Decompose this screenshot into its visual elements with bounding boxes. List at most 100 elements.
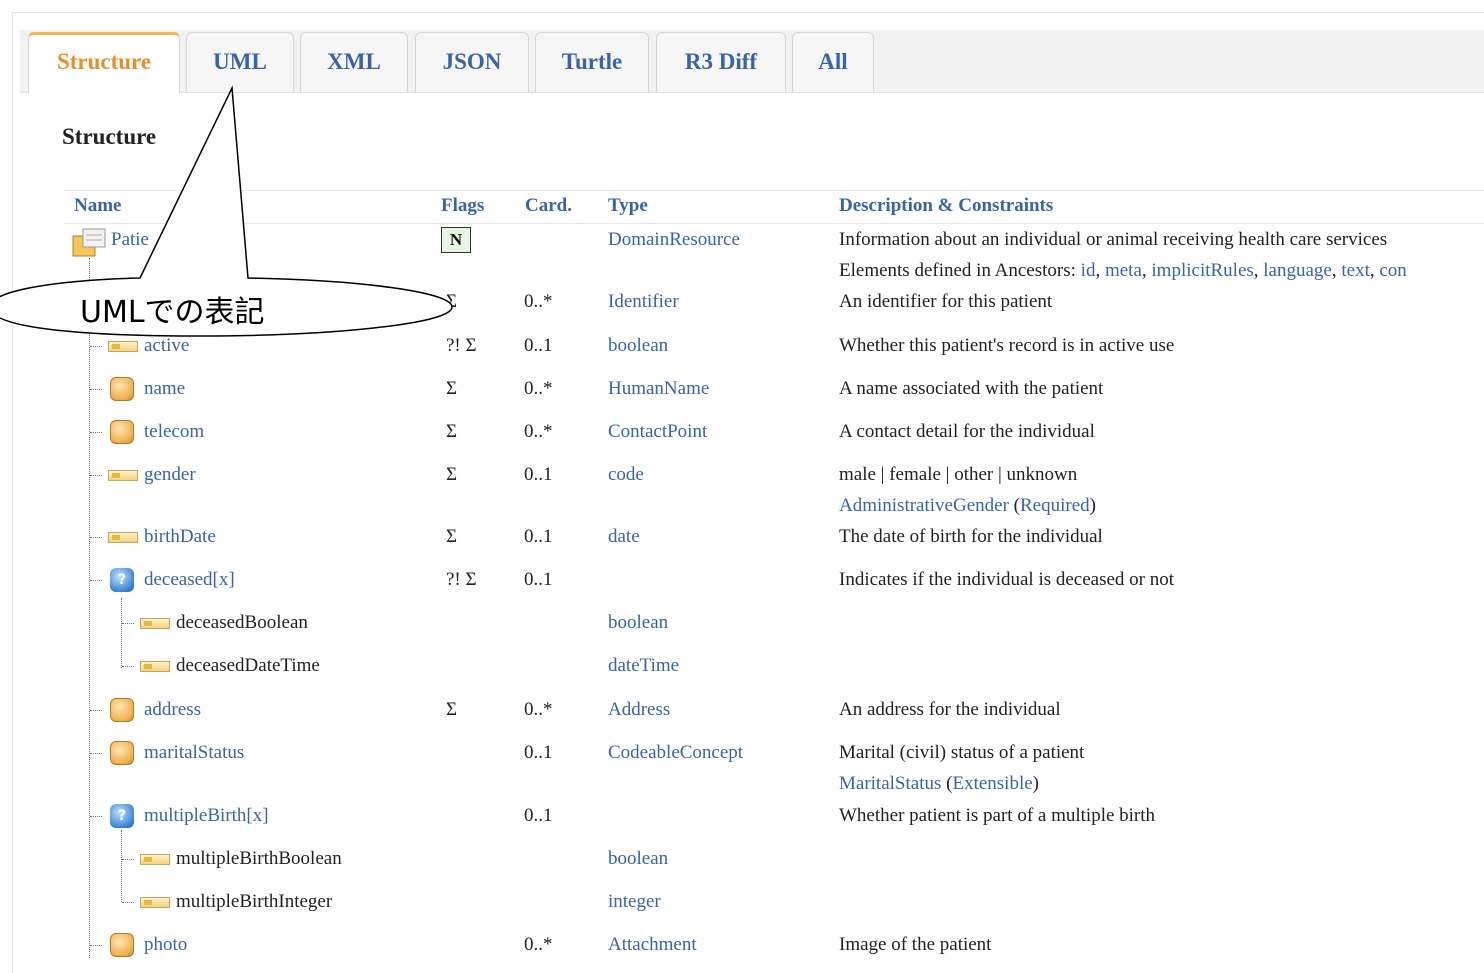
element-icon <box>140 897 170 908</box>
element-name-photo[interactable]: photo <box>144 931 187 959</box>
type-link[interactable]: code <box>608 461 644 489</box>
tree-connector <box>122 623 134 624</box>
tab-turtle[interactable]: Turtle <box>535 32 649 92</box>
datatype-icon <box>110 698 134 722</box>
column-header-name: Name <box>74 195 122 216</box>
column-header-card: Card. <box>525 195 572 216</box>
type-link[interactable]: Address <box>608 696 670 724</box>
tree-connector <box>90 432 102 433</box>
element-name-multiplebirthboolean: multipleBirthBoolean <box>176 848 342 869</box>
cardinality: 0..1 <box>524 805 553 826</box>
tab-all[interactable]: All <box>792 32 874 92</box>
table-row: birthDate Σ 0..1 date The date of birth … <box>0 523 1484 563</box>
type-link[interactable]: boolean <box>608 609 668 637</box>
description: Marital (civil) status of a patient <box>839 742 1085 763</box>
cardinality: 0..1 <box>524 526 553 547</box>
table-row: address Σ 0..* Address An address for th… <box>0 696 1484 736</box>
flags: Σ <box>446 378 458 399</box>
element-icon <box>140 854 170 865</box>
datatype-icon <box>110 933 134 957</box>
ancestor-link-language[interactable]: language <box>1263 260 1332 281</box>
table-row: deceasedDateTime dateTime <box>0 652 1484 692</box>
column-header-type: Type <box>608 195 648 216</box>
binding-link-maritalstatus[interactable]: MaritalStatus <box>839 773 941 794</box>
type-link[interactable]: dateTime <box>608 652 679 680</box>
section-title: Structure <box>62 124 157 149</box>
type-link[interactable]: ContactPoint <box>608 418 707 446</box>
flags: Σ <box>446 699 458 720</box>
tab-structure[interactable]: Structure <box>28 32 180 93</box>
type-link[interactable]: CodeableConcept <box>608 739 743 767</box>
element-icon <box>108 470 138 481</box>
element-name-active[interactable]: active <box>144 332 189 360</box>
element-name-name[interactable]: name <box>144 375 185 403</box>
table-row: active ?! Σ 0..1 boolean Whether this pa… <box>0 332 1484 372</box>
description: An identifier for this patient <box>839 291 1053 312</box>
type-link[interactable]: boolean <box>608 332 668 360</box>
tab-bar: Structure UML XML JSON Turtle R3 Diff Al… <box>20 30 1484 93</box>
type-link[interactable]: integer <box>608 888 661 916</box>
binding-link-administrativegender[interactable]: AdministrativeGender <box>839 495 1009 516</box>
normative-flag-badge: N <box>441 227 471 253</box>
tree-connector <box>90 580 102 581</box>
table-row: telecom Σ 0..* ContactPoint A contact de… <box>0 418 1484 458</box>
ancestor-link-id[interactable]: id <box>1081 260 1096 281</box>
ancestor-link-contained[interactable]: con <box>1379 260 1406 281</box>
element-name-multiplebirth[interactable]: multipleBirth[x] <box>144 802 269 830</box>
element-icon <box>140 618 170 629</box>
flags: Σ <box>446 421 458 442</box>
tab-uml[interactable]: UML <box>186 32 294 92</box>
datatype-icon <box>110 420 134 444</box>
flags: Σ <box>446 291 458 312</box>
type-link[interactable]: Attachment <box>608 931 697 959</box>
tree-connector <box>90 346 102 347</box>
flags: ?! Σ <box>446 335 477 356</box>
type-link[interactable]: boolean <box>608 845 668 873</box>
element-name-patient[interactable]: Patie <box>111 226 149 254</box>
tab-r3-diff[interactable]: R3 Diff <box>656 32 786 92</box>
choice-icon: ? <box>110 804 134 828</box>
tree-connector <box>90 753 102 754</box>
tree-connector <box>122 859 134 860</box>
resource-icon <box>72 228 106 257</box>
element-name-deceaseddatetime: deceasedDateTime <box>176 655 320 676</box>
element-name-address[interactable]: address <box>144 696 201 724</box>
description: Whether patient is part of a multiple bi… <box>839 805 1156 826</box>
cardinality: 0..1 <box>524 742 553 763</box>
table-row: photo 0..* Attachment Image of the patie… <box>0 931 1484 971</box>
element-name-telecom[interactable]: telecom <box>144 418 204 446</box>
ancestor-link-implicitrules[interactable]: implicitRules <box>1151 260 1253 281</box>
element-name-deceased[interactable]: deceased[x] <box>144 566 235 594</box>
ancestor-link-text[interactable]: text <box>1341 260 1370 281</box>
tree-connector <box>90 710 102 711</box>
element-name-maritalstatus[interactable]: maritalStatus <box>144 739 244 767</box>
type-link[interactable]: DomainResource <box>608 226 740 254</box>
cardinality: 0..* <box>524 291 553 312</box>
ancestor-link-meta[interactable]: meta <box>1105 260 1142 281</box>
column-header-description: Description & Constraints <box>839 195 1054 216</box>
table-row: ? deceased[x] ?! Σ 0..1 Indicates if the… <box>0 566 1484 606</box>
ancestors-text: Elements defined in Ancestors: id, meta,… <box>839 260 1407 281</box>
cardinality: 0..1 <box>524 464 553 485</box>
element-icon <box>140 661 170 672</box>
type-link[interactable]: HumanName <box>608 375 709 403</box>
table-row: multipleBirthBoolean boolean <box>0 845 1484 885</box>
table-header: Name Flags Card. Type Description & Cons… <box>64 190 1484 224</box>
element-name-birthdate[interactable]: birthDate <box>144 523 216 551</box>
description: Information about an individual or anima… <box>839 229 1388 250</box>
ancestors-label: Elements defined in Ancestors: <box>839 260 1081 281</box>
flags: Σ <box>446 526 458 547</box>
binding-strength-link[interactable]: Extensible <box>952 773 1032 794</box>
tab-xml[interactable]: XML <box>300 32 408 92</box>
binding-strength-link[interactable]: Required <box>1020 495 1090 516</box>
description: Indicates if the individual is deceased … <box>839 569 1175 590</box>
binding: AdministrativeGender (Required) <box>839 495 1096 516</box>
table-row: name Σ 0..* HumanName A name associated … <box>0 375 1484 415</box>
table-row: ? multipleBirth[x] 0..1 Whether patient … <box>0 802 1484 842</box>
tree-connector <box>90 475 102 476</box>
cardinality: 0..1 <box>524 335 553 356</box>
tab-json[interactable]: JSON <box>415 32 529 92</box>
type-link[interactable]: date <box>608 523 640 551</box>
type-link[interactable]: Identifier <box>608 288 679 316</box>
element-name-gender[interactable]: gender <box>144 461 196 489</box>
